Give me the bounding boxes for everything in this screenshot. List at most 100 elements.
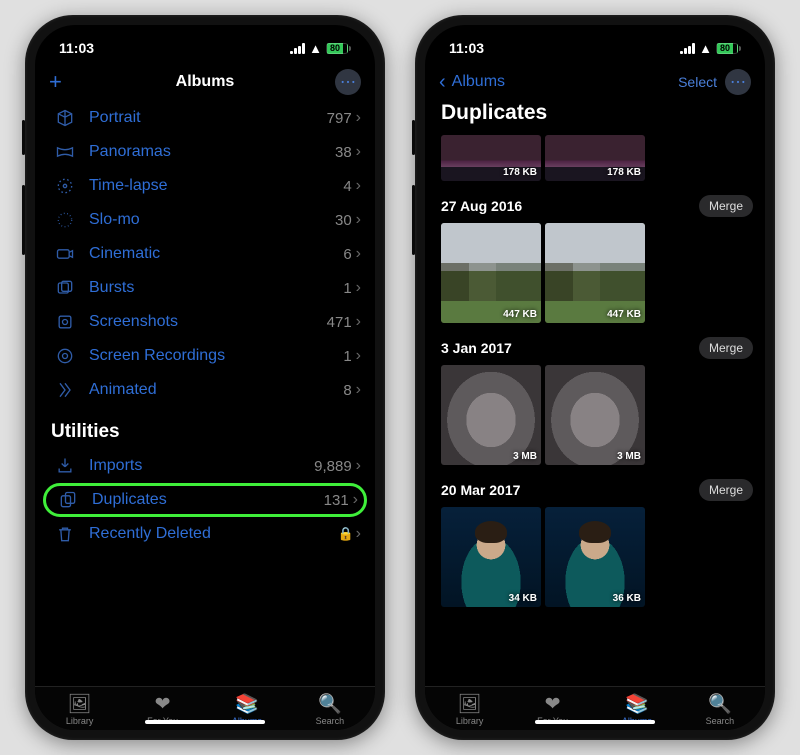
file-size-label: 447 KB (607, 309, 641, 320)
duplicate-group: 20 Mar 2017Merge34 KB36 KB (425, 467, 765, 609)
duplicate-thumbnails: 3 MB 3 MB (425, 365, 765, 465)
album-row-panoramas[interactable]: Panoramas38› (35, 135, 375, 169)
album-label: Panoramas (89, 143, 335, 161)
album-count: 8 (343, 382, 351, 399)
portrait-cube-icon (51, 108, 79, 128)
tab-label: Search (706, 716, 735, 726)
duplicate-date: 27 Aug 2016 (441, 198, 522, 214)
status-indicators: ▲ 80 (680, 41, 741, 56)
duplicate-thumbnails: 34 KB 36 KB (425, 507, 765, 607)
duplicate-thumbnail[interactable]: 447 KB (441, 223, 541, 323)
utility-count: 131 (324, 492, 349, 509)
album-row-timelapse[interactable]: Time-lapse4› (35, 169, 375, 203)
duplicate-thumbnail[interactable]: 178 KB (545, 135, 645, 181)
album-row-animated[interactable]: Animated8› (35, 373, 375, 407)
albums-tab-icon: 📚 (235, 693, 259, 715)
album-label: Bursts (89, 279, 343, 297)
duplicates-icon (54, 490, 82, 510)
duplicate-thumbnail[interactable]: 178 KB (441, 135, 541, 181)
home-indicator[interactable] (535, 720, 655, 724)
duplicate-group: 3 Jan 2017Merge 3 MB 3 MB (425, 325, 765, 467)
album-row-cinematic[interactable]: Cinematic6› (35, 237, 375, 271)
add-album-button[interactable]: + (49, 69, 62, 95)
back-label: Albums (452, 73, 505, 91)
utility-label: Duplicates (92, 491, 324, 509)
merge-button[interactable]: Merge (699, 337, 753, 359)
utility-row-deleted[interactable]: Recently Deleted🔒› (35, 517, 375, 551)
utility-count: 9,889 (314, 458, 352, 475)
lock-icon: 🔒 (337, 526, 353, 542)
album-row-screenrec[interactable]: Screen Recordings1› (35, 339, 375, 373)
screenrec-icon (51, 346, 79, 366)
album-label: Cinematic (89, 245, 343, 263)
right-phone-frame: 11:03 ▲ 80 ‹ Albums Select Dupli (415, 15, 775, 740)
chevron-right-icon: › (356, 143, 361, 161)
file-size-label: 178 KB (607, 167, 641, 178)
back-button[interactable]: ‹ Albums (439, 71, 509, 94)
duplicate-thumbnail[interactable]: 3 MB (545, 365, 645, 465)
imports-icon (51, 456, 79, 476)
file-size-label: 3 MB (617, 451, 641, 462)
left-screen: 11:03 ▲ 80 + Albums Portrait797›Panorama… (35, 25, 375, 730)
album-label: Screenshots (89, 313, 327, 331)
slomo-icon (51, 210, 79, 230)
utility-label: Recently Deleted (89, 525, 337, 543)
left-phone-frame: 11:03 ▲ 80 + Albums Portrait797›Panorama… (25, 15, 385, 740)
merge-button[interactable]: Merge (699, 479, 753, 501)
album-row-portrait[interactable]: Portrait797› (35, 101, 375, 135)
wifi-icon: ▲ (699, 41, 712, 56)
more-options-button[interactable] (725, 69, 751, 95)
select-button[interactable]: Select (678, 74, 717, 90)
album-count: 797 (327, 110, 352, 127)
chevron-right-icon: › (356, 347, 361, 365)
foryou-tab-icon: ❤ (545, 693, 561, 715)
albums-content[interactable]: Portrait797›Panoramas38›Time-lapse4›Slo-… (35, 101, 375, 686)
cinematic-icon (51, 244, 79, 264)
status-time: 11:03 (449, 40, 484, 56)
chevron-left-icon: ‹ (439, 71, 446, 94)
bursts-icon (51, 278, 79, 298)
cellular-signal-icon (290, 43, 305, 54)
album-label: Slo-mo (89, 211, 335, 229)
timelapse-icon (51, 176, 79, 196)
album-row-bursts[interactable]: Bursts1 › (35, 271, 375, 305)
status-indicators: ▲ 80 (290, 41, 351, 56)
duplicate-thumbnail[interactable]: 3 MB (441, 365, 541, 465)
duplicate-thumbnail[interactable]: 36 KB (545, 507, 645, 607)
tab-label: Library (66, 716, 94, 726)
album-row-screenshots[interactable]: Screenshots471› (35, 305, 375, 339)
file-size-label: 36 KB (613, 593, 641, 604)
duplicate-thumbnail[interactable]: 447 KB (545, 223, 645, 323)
utility-row-imports[interactable]: Imports9,889› (35, 449, 375, 483)
tab-search[interactable]: 🔍Search (706, 693, 735, 726)
tab-library[interactable]: 🖼Library (66, 693, 94, 726)
file-size-label: 447 KB (503, 309, 537, 320)
duplicate-group-header: 3 Jan 2017Merge (425, 329, 765, 365)
utility-label: Imports (89, 457, 314, 475)
album-count: 4 (343, 178, 351, 195)
tab-library[interactable]: 🖼Library (456, 693, 484, 726)
duplicate-group: 178 KB 178 KB (425, 131, 765, 183)
file-size-label: 34 KB (509, 593, 537, 604)
screenshots-icon (51, 312, 79, 332)
file-size-label: 3 MB (513, 451, 537, 462)
duplicates-content[interactable]: 178 KB 178 KB 27 Aug 2016 Merge 447 KB 447 KB… (425, 131, 765, 686)
tab-search[interactable]: 🔍Search (316, 693, 345, 726)
library-tab-icon: 🖼 (68, 693, 92, 715)
right-screen: 11:03 ▲ 80 ‹ Albums Select Dupli (425, 25, 765, 730)
chevron-right-icon: › (356, 177, 361, 195)
chevron-right-icon: › (356, 279, 361, 297)
nav-bar: ‹ Albums Select (425, 65, 765, 101)
more-options-button[interactable] (335, 69, 361, 95)
search-tab-icon: 🔍 (708, 693, 732, 715)
album-count: 6 (343, 246, 351, 263)
notch (135, 25, 275, 53)
album-count: 1 (343, 280, 351, 297)
utility-row-duplicates[interactable]: Duplicates131› (43, 483, 367, 517)
merge-button[interactable]: Merge (699, 195, 753, 217)
duplicate-thumbnail[interactable]: 34 KB (441, 507, 541, 607)
album-count: 1 (343, 348, 351, 365)
home-indicator[interactable] (145, 720, 265, 724)
album-count: 38 (335, 144, 352, 161)
album-row-slomo[interactable]: Slo-mo30› (35, 203, 375, 237)
